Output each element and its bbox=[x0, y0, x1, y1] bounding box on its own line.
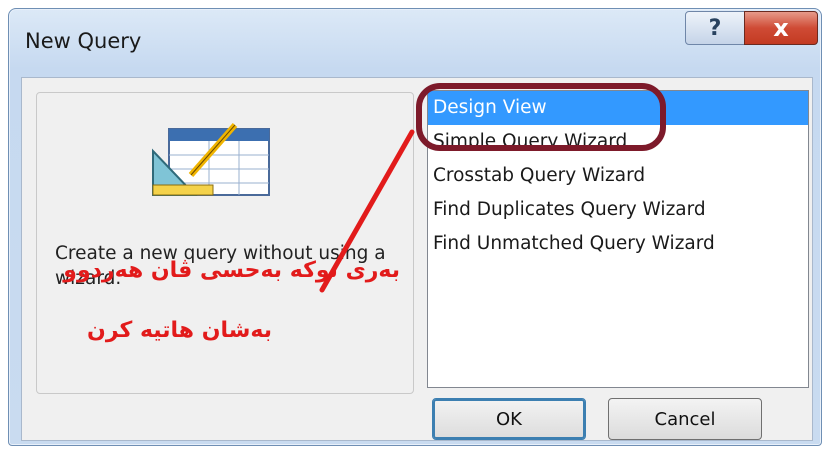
list-item-find-duplicates-query-wizard[interactable]: Find Duplicates Query Wizard bbox=[428, 193, 808, 227]
query-type-list[interactable]: Design View Simple Query Wizard Crosstab… bbox=[416, 83, 809, 388]
list-item-simple-query-wizard[interactable]: Simple Query Wizard bbox=[428, 125, 808, 159]
preview-panel: Create a new query without using a wizar… bbox=[36, 92, 414, 394]
new-query-dialog: New Query ? x Create a new query without… bbox=[8, 8, 822, 446]
annotation-text-line-1: بەری نوکە بەحسی ڤان هەردوو bbox=[63, 258, 400, 283]
dialog-title: New Query bbox=[25, 29, 142, 53]
list-item-find-unmatched-query-wizard[interactable]: Find Unmatched Query Wizard bbox=[428, 227, 808, 261]
cancel-button[interactable]: Cancel bbox=[608, 398, 762, 440]
annotation-text-line-2: بەشان هاتیە کرن bbox=[87, 318, 272, 343]
help-button[interactable]: ? bbox=[685, 11, 745, 45]
list-item-crosstab-query-wizard[interactable]: Crosstab Query Wizard bbox=[428, 159, 808, 193]
list-item-design-view[interactable]: Design View bbox=[428, 91, 808, 125]
ok-button[interactable]: OK bbox=[432, 398, 586, 440]
close-button[interactable]: x bbox=[744, 11, 818, 45]
query-design-icon bbox=[152, 123, 270, 196]
